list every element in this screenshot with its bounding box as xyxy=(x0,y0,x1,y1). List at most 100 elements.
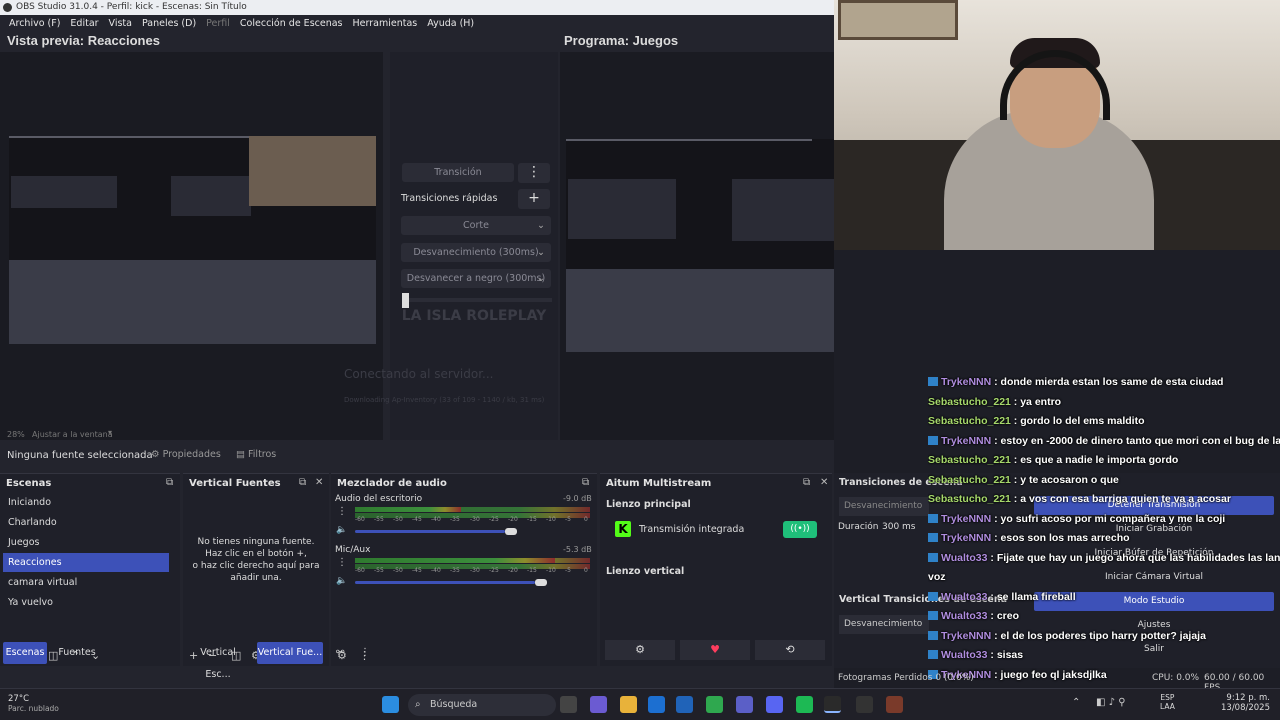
transition-item-corte[interactable]: Corte ⌄ xyxy=(401,216,551,235)
zoom-option[interactable]: Ajustar a la ventana xyxy=(32,430,113,439)
chat-separator: : xyxy=(1010,415,1021,427)
chat-username[interactable]: Wualto33 xyxy=(941,610,987,622)
vertical-transition-select[interactable]: Desvanecimiento xyxy=(839,615,929,634)
filters-button[interactable]: ▤ Filtros xyxy=(236,449,276,460)
chat-username[interactable]: Wualto33 xyxy=(941,591,987,603)
tab-vertical-sources[interactable]: Vertical Fue... xyxy=(257,642,323,664)
scene-item-camara-virtual[interactable]: camara virtual xyxy=(3,573,169,592)
menu-editar[interactable]: Editar xyxy=(65,15,103,32)
transition-select[interactable]: Desvanecimiento xyxy=(839,497,929,516)
teams-icon[interactable] xyxy=(736,696,753,713)
menu-vista[interactable]: Vista xyxy=(104,15,137,32)
undock-icon[interactable]: ⧉ xyxy=(166,477,173,488)
chat-text: yo sufri acoso por mi compañera y me la … xyxy=(1000,512,1226,525)
tab-vertical-scenes[interactable]: Vertical Esc... xyxy=(187,642,249,680)
program-mini-desktop xyxy=(566,269,834,352)
volume-slider[interactable] xyxy=(355,581,535,584)
undock-icon[interactable]: ⧉ xyxy=(582,477,589,488)
copilot-icon[interactable] xyxy=(590,696,607,713)
task-view-icon[interactable] xyxy=(560,696,577,713)
channel-menu-icon[interactable]: ⋮ xyxy=(337,557,347,568)
language-indicator[interactable]: ESP LAA xyxy=(1160,693,1175,711)
scene-item-iniciando[interactable]: Iniciando xyxy=(3,493,169,512)
tab-sources[interactable]: Fuentes xyxy=(55,642,99,664)
chat-username[interactable]: TrykeNNN xyxy=(941,435,991,447)
chat-username[interactable]: Wualto33 xyxy=(941,649,987,661)
chat-username[interactable]: Sebastucho_221 xyxy=(928,396,1011,408)
chat-username[interactable]: Sebastucho_221 xyxy=(928,415,1011,427)
transition-item-fade-black[interactable]: Desvanecer a negro (300ms) ⌄ xyxy=(401,269,551,288)
menu-perfil[interactable]: Perfil xyxy=(201,15,235,32)
scene-item-reacciones[interactable]: Reacciones xyxy=(3,553,169,572)
tab-scenes[interactable]: Escenas xyxy=(3,642,47,664)
transition-button[interactable]: Transición xyxy=(402,163,514,182)
app-icon[interactable] xyxy=(886,696,903,713)
scene-item-juegos[interactable]: Juegos xyxy=(3,533,169,552)
meter-tick-label: -25 xyxy=(489,567,499,574)
clock-date: 13/08/2025 xyxy=(1221,703,1270,713)
chevron-up-icon[interactable]: ⌃ xyxy=(1072,697,1080,708)
volume-knob[interactable] xyxy=(505,528,517,535)
preview-canvas[interactable] xyxy=(9,136,376,344)
outlook-icon[interactable] xyxy=(648,696,665,713)
close-icon[interactable]: ✕ xyxy=(315,477,323,488)
chat-username[interactable]: Sebastucho_221 xyxy=(928,474,1011,486)
stream-toggle-button[interactable]: ((•)) xyxy=(783,521,817,538)
chat-username[interactable]: Sebastucho_221 xyxy=(928,454,1011,466)
properties-button[interactable]: ⚙ Propiedades xyxy=(151,449,221,460)
add-transition-button[interactable]: + xyxy=(518,189,550,209)
undock-icon[interactable]: ⧉ xyxy=(299,477,306,488)
windows-start-icon[interactable] xyxy=(382,696,399,713)
clock[interactable]: 9:12 p. m. 13/08/2025 xyxy=(1200,693,1270,713)
duration-value[interactable]: 300 ms xyxy=(882,522,916,532)
chat-username[interactable]: Wualto33 xyxy=(941,552,987,564)
discord-icon[interactable] xyxy=(766,696,783,713)
menu-coleccion-escenas[interactable]: Colección de Escenas xyxy=(235,15,348,32)
menu-ayuda[interactable]: Ayuda (H) xyxy=(422,15,479,32)
menu-dots-icon[interactable]: ⋮ xyxy=(360,647,370,658)
chat-separator: : xyxy=(991,434,1001,447)
app-icon[interactable] xyxy=(856,696,873,713)
chat-username[interactable]: TrykeNNN xyxy=(941,532,991,544)
chat-text: voz xyxy=(928,571,946,583)
chat-username[interactable]: TrykeNNN xyxy=(941,630,991,642)
undock-icon[interactable]: ⧉ xyxy=(803,477,810,488)
spotify-icon[interactable] xyxy=(796,696,813,713)
multistream-settings-button[interactable]: ⚙ xyxy=(605,640,675,660)
menu-archivo[interactable]: Archivo (F) xyxy=(4,15,65,32)
chevron-down-icon[interactable]: ▾ xyxy=(108,428,112,437)
search-box[interactable]: ⌕ Búsqueda xyxy=(408,694,556,716)
scene-item-ya-vuelvo[interactable]: Ya vuelvo xyxy=(3,593,169,612)
chat-username[interactable]: TrykeNNN xyxy=(941,513,991,525)
chat-username[interactable]: TrykeNNN xyxy=(941,376,991,388)
tbar-handle[interactable] xyxy=(402,293,409,308)
chat-separator: : xyxy=(991,512,1001,525)
chrome-icon[interactable] xyxy=(706,696,723,713)
speaker-icon[interactable]: 🔈 xyxy=(336,576,347,586)
meter-tick-label: -10 xyxy=(546,567,556,574)
store-icon[interactable] xyxy=(676,696,693,713)
chat-username[interactable]: Sebastucho_221 xyxy=(928,493,1011,505)
close-icon[interactable]: ✕ xyxy=(820,477,828,488)
preview-pane[interactable] xyxy=(0,52,383,440)
volume-knob[interactable] xyxy=(535,579,547,586)
connecting-text: Conectando al servidor... xyxy=(344,367,494,381)
menu-paneles[interactable]: Paneles (D) xyxy=(137,15,201,32)
weather-widget[interactable]: 27°C Parc. nublado xyxy=(8,694,59,713)
scene-item-charlando[interactable]: Charlando xyxy=(3,513,169,532)
menu-herramientas[interactable]: Herramientas xyxy=(348,15,423,32)
tbar-slider[interactable] xyxy=(402,298,552,302)
channel-menu-icon[interactable]: ⋮ xyxy=(337,506,347,517)
chat-text: esos son los mas arrecho xyxy=(1000,532,1130,544)
heart-icon[interactable]: ♥ xyxy=(680,640,750,660)
empty-sources-hint[interactable]: No tienes ninguna fuente. Haz clic en el… xyxy=(183,536,329,584)
link-icon[interactable]: ⚯ xyxy=(336,647,344,658)
obs-taskbar-icon[interactable] xyxy=(824,696,841,713)
volume-slider[interactable] xyxy=(355,530,505,533)
file-explorer-icon[interactable] xyxy=(620,696,637,713)
tray-icons[interactable]: ◧ ♪ ⚲ xyxy=(1096,697,1126,708)
transition-menu-button[interactable]: ⋮ xyxy=(518,163,550,183)
refresh-icon[interactable]: ⟲ xyxy=(755,640,825,660)
speaker-icon[interactable]: 🔈 xyxy=(336,525,347,535)
transition-item-fade[interactable]: Desvanecimiento (300ms) ⌄ xyxy=(401,243,551,262)
